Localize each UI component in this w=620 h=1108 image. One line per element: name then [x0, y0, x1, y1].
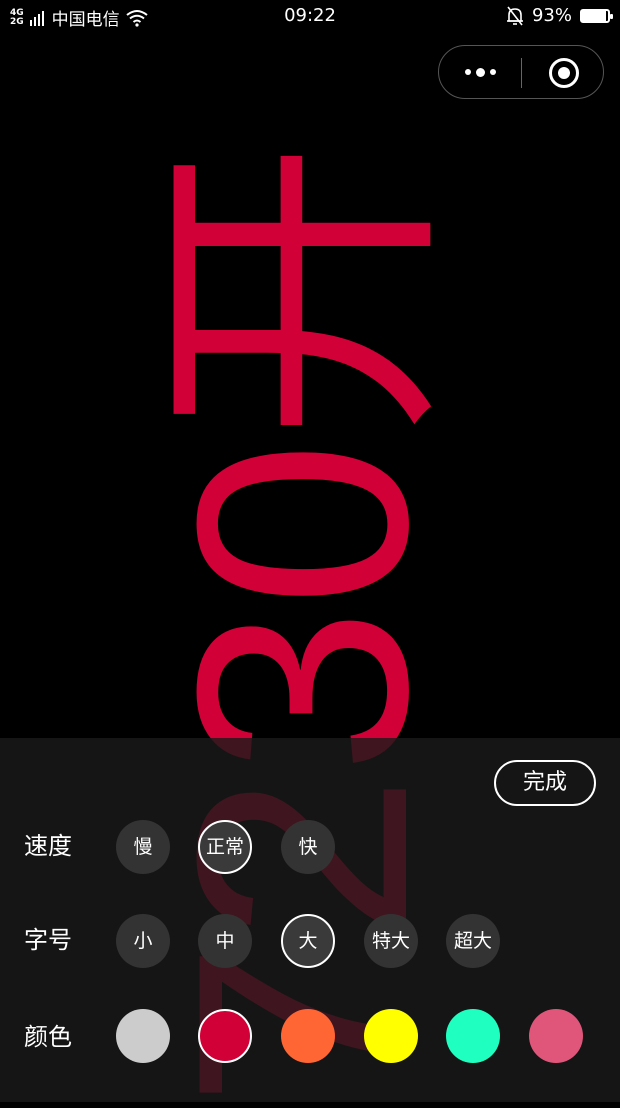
more-dot-icon — [489, 69, 496, 75]
color-swatch-yellow[interactable] — [364, 1009, 418, 1063]
more-dot-icon — [475, 67, 485, 77]
battery-icon — [580, 8, 613, 23]
color-swatch-gray[interactable] — [116, 1009, 170, 1063]
done-button[interactable]: 完成 — [494, 760, 596, 806]
color-swatch-red[interactable] — [198, 1009, 252, 1063]
battery-level-fill — [582, 10, 607, 21]
font-size-option-xxlarge[interactable]: 超大 — [446, 914, 500, 968]
status-right: 93% — [506, 5, 613, 26]
font-size-label: 字号 — [24, 926, 72, 954]
color-swatch-orange[interactable] — [281, 1009, 335, 1063]
color-swatch-teal[interactable] — [446, 1009, 500, 1063]
capsule-divider — [521, 58, 522, 88]
speed-option-fast[interactable]: 快 — [281, 820, 335, 874]
more-dot-icon — [464, 69, 471, 75]
font-size-option-medium[interactable]: 中 — [198, 914, 252, 968]
miniprogram-capsule — [438, 45, 604, 99]
font-size-option-small[interactable]: 小 — [116, 914, 170, 968]
more-menu-button[interactable] — [439, 46, 521, 98]
speed-label: 速度 — [24, 832, 72, 860]
font-size-option-large[interactable]: 大 — [281, 914, 335, 968]
color-swatch-pink[interactable] — [529, 1009, 583, 1063]
speed-option-normal[interactable]: 正常 — [198, 820, 252, 874]
speed-option-slow[interactable]: 慢 — [116, 820, 170, 874]
color-label: 颜色 — [24, 1023, 72, 1051]
font-size-row: 字号 小 中 大 特大 超大 — [0, 912, 620, 968]
status-bar: 4G 2G 中国电信 09:22 93% — [0, 0, 620, 34]
battery-percent: 93% — [531, 5, 572, 26]
mute-bell-icon — [506, 6, 523, 25]
speed-row: 速度 慢 正常 快 — [0, 818, 620, 874]
close-miniprogram-icon[interactable] — [549, 58, 579, 88]
color-row: 颜色 — [0, 1009, 620, 1065]
font-size-option-xlarge[interactable]: 特大 — [364, 914, 418, 968]
settings-panel: 完成 速度 慢 正常 快 字号 小 中 大 特大 超大 颜色 — [0, 738, 620, 1102]
